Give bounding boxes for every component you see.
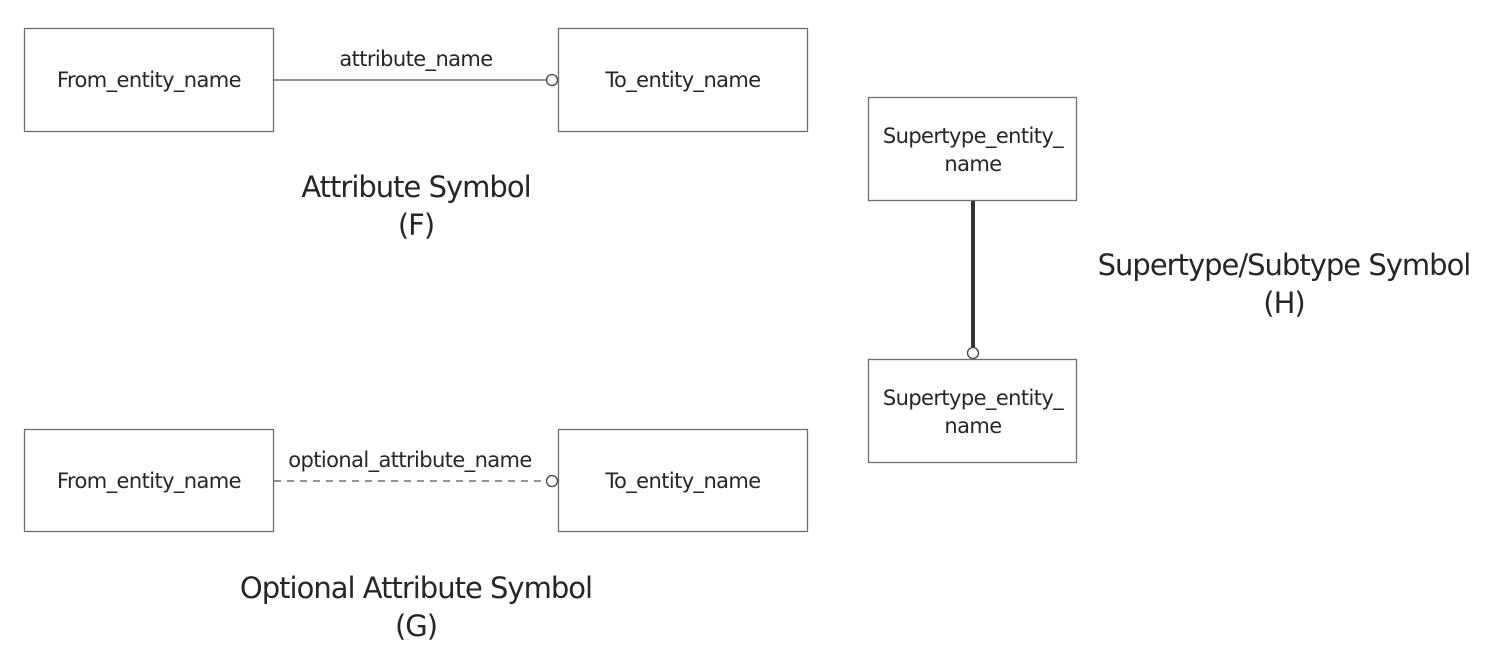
optional-attribute-symbol-caption-letter: (G): [395, 609, 437, 643]
supertype-subtype-symbol-group: Supertype_entity_ name Supertype_entity_…: [867, 96, 1471, 464]
attribute-relationship-label: attribute_name: [339, 47, 492, 72]
from-entity-box[interactable]: From_entity_name: [23, 27, 275, 133]
supertype-bottom-label-line1: Supertype_entity_: [883, 386, 1064, 411]
supertype-entity-box-top[interactable]: Supertype_entity_ name: [867, 96, 1078, 202]
attribute-symbol-caption: Attribute Symbol: [301, 170, 530, 204]
from-entity-label: From_entity_name: [57, 68, 241, 93]
optional-to-entity-box[interactable]: To_entity_name: [557, 428, 809, 533]
optional-from-entity-box[interactable]: From_entity_name: [23, 428, 275, 533]
to-entity-box[interactable]: To_entity_name: [557, 27, 809, 133]
open-circle-end-icon: [966, 346, 980, 360]
open-circle-end-icon: [545, 474, 559, 488]
optional-to-entity-label: To_entity_name: [604, 469, 760, 494]
optional-from-entity-label: From_entity_name: [57, 469, 241, 494]
attribute-symbol-group: attribute_name From_entity_name To_entit…: [23, 27, 809, 242]
supertype-subtype-symbol-caption-letter: (H): [1263, 286, 1304, 320]
supertype-bottom-label-line2: name: [944, 414, 1001, 438]
supertype-top-label-line1: Supertype_entity_: [883, 124, 1064, 149]
supertype-subtype-symbol-caption: Supertype/Subtype Symbol: [1098, 248, 1471, 282]
supertype-entity-box-bottom[interactable]: Supertype_entity_ name: [867, 358, 1078, 464]
optional-attribute-symbol-caption: Optional Attribute Symbol: [240, 571, 592, 605]
attribute-symbol-caption-letter: (F): [398, 208, 434, 242]
open-circle-end-icon: [545, 73, 559, 87]
optional-relationship-label: optional_attribute_name: [288, 448, 531, 473]
optional-attribute-symbol-group: optional_attribute_name From_entity_name…: [23, 428, 809, 643]
to-entity-label: To_entity_name: [604, 68, 760, 93]
diagram-canvas: attribute_name From_entity_name To_entit…: [23, 27, 1471, 643]
supertype-top-label-line2: name: [944, 152, 1001, 176]
